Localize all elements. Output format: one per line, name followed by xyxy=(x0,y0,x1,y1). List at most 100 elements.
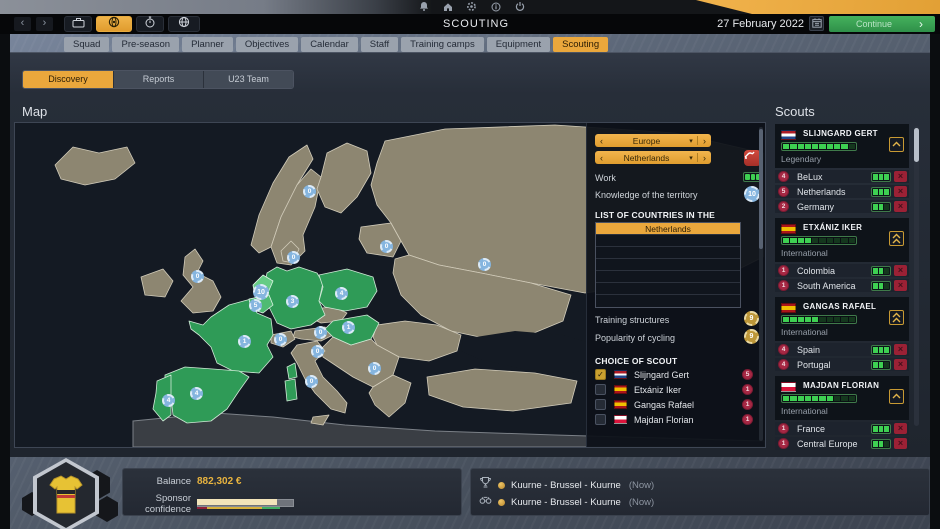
knowledge-segment xyxy=(873,267,878,274)
remove-territory-button[interactable]: × xyxy=(894,201,907,212)
tab-pre-season[interactable]: Pre-season xyxy=(112,37,180,52)
remove-territory-button[interactable]: × xyxy=(894,280,907,291)
tab-planner[interactable]: Planner xyxy=(182,37,233,52)
knowledge-label: Knowledge of the territory xyxy=(595,190,698,200)
territory-row-belux[interactable]: 4 BeLux × xyxy=(775,170,909,183)
remove-territory-button[interactable]: × xyxy=(894,186,907,197)
tab-squad[interactable]: Squad xyxy=(64,37,110,52)
subtab-discovery[interactable]: Discovery xyxy=(23,71,113,88)
country-row-empty[interactable] xyxy=(596,271,740,283)
remove-territory-button[interactable]: × xyxy=(894,171,907,182)
scout-checkbox-slijngard-gert[interactable]: ✓ xyxy=(595,369,606,380)
tab-scouting[interactable]: Scouting xyxy=(553,37,609,52)
tab-equipment[interactable]: Equipment xyxy=(486,37,551,52)
skill-segment xyxy=(804,396,812,401)
territory-name: Portugal xyxy=(797,359,831,370)
skill-segment xyxy=(848,396,855,401)
remove-territory-button[interactable]: × xyxy=(894,359,907,370)
navbar: ‹ › SCOUTING 27 February 2022 Continue › xyxy=(0,14,940,34)
skill-segment xyxy=(783,317,790,322)
territory-count-badge: 4 xyxy=(778,359,789,370)
scouts-scrollbar-thumb[interactable] xyxy=(914,128,919,162)
home-icon[interactable] xyxy=(442,1,453,12)
territory-count-badge: 4 xyxy=(778,344,789,355)
territory-count-badge: 2 xyxy=(778,201,789,212)
remove-territory-button[interactable]: × xyxy=(894,265,907,276)
chevron-up-icon[interactable] xyxy=(889,137,904,152)
scout-skill-bar xyxy=(781,236,857,245)
back-button[interactable]: ‹ xyxy=(14,17,31,31)
region-dropdown[interactable]: ‹ Europe ▾ › xyxy=(595,134,711,147)
events-panel: Kuurne - Brussel - Kuurne (Now) Kuurne - B… xyxy=(470,468,930,516)
country-row-empty[interactable] xyxy=(596,247,740,259)
scouting-wheel-button[interactable] xyxy=(96,16,132,32)
map-badge-sweden: 0 xyxy=(303,185,316,198)
info-icon[interactable] xyxy=(490,1,501,12)
country-dropdown[interactable]: ‹ Netherlands ▾ › xyxy=(595,151,711,164)
territory-count-badge: 1 xyxy=(778,423,789,434)
remove-territory-button[interactable]: × xyxy=(894,423,907,434)
pl-flag-icon xyxy=(614,415,627,424)
sponsor-confidence-bar xyxy=(197,499,294,509)
event-name: Kuurne - Brussel - Kuurne xyxy=(511,479,621,491)
territory-row-colombia[interactable]: 1 Colombia × xyxy=(775,264,909,277)
knowledge-segment xyxy=(878,425,884,432)
power-icon[interactable] xyxy=(514,1,525,12)
country-row-empty[interactable] xyxy=(596,283,740,295)
territory-row-spain[interactable]: 4 Spain × xyxy=(775,343,909,356)
skill-segment xyxy=(797,238,804,243)
scouts-panel: SLIJNGARD GERT Legendary 4 BeLux × 5 Netherlan… xyxy=(775,124,925,450)
scout-choice-count: 1 xyxy=(742,399,753,410)
scout-checkbox-majdan-florian[interactable] xyxy=(595,414,606,425)
country-row-empty[interactable] xyxy=(596,235,740,247)
country-row-netherlands[interactable]: Netherlands xyxy=(596,223,740,235)
skill-segment xyxy=(841,238,848,243)
subtab-u23-team[interactable]: U23 Team xyxy=(203,71,293,88)
territory-row-france[interactable]: 1 France × xyxy=(775,422,909,435)
chevron-up-icon[interactable] xyxy=(889,310,904,325)
overlay-scrollbar-thumb[interactable] xyxy=(759,129,763,249)
territory-row-netherlands[interactable]: 5 Netherlands × xyxy=(775,185,909,198)
event-row-trophy[interactable]: Kuurne - Brussel - Kuurne (Now) xyxy=(479,476,654,494)
tab-staff[interactable]: Staff xyxy=(360,37,399,52)
globe-button[interactable] xyxy=(168,16,200,32)
system-titlebar xyxy=(0,0,940,14)
country-row-empty[interactable] xyxy=(596,295,740,307)
tab-objectives[interactable]: Objectives xyxy=(235,37,299,52)
countries-table: Netherlands xyxy=(595,222,741,308)
knowledge-segment xyxy=(873,361,878,368)
territory-row-germany[interactable]: 2 Germany × xyxy=(775,200,909,213)
tab-calendar[interactable]: Calendar xyxy=(301,37,358,52)
knowledge-segment xyxy=(884,425,890,432)
skill-segment xyxy=(826,238,834,243)
calendar-button[interactable] xyxy=(809,16,824,31)
staff-briefcase-button[interactable] xyxy=(64,16,92,32)
settings-icon[interactable] xyxy=(466,1,477,12)
remove-territory-button[interactable]: × xyxy=(894,438,907,449)
country-prev-icon[interactable]: ‹ xyxy=(595,153,608,163)
remove-territory-button[interactable]: × xyxy=(894,344,907,355)
stopwatch-button[interactable] xyxy=(136,16,164,32)
scout-checkbox-gangas-rafael[interactable] xyxy=(595,399,606,410)
territory-row-central-europe[interactable]: 1 Central Europe × xyxy=(775,437,909,450)
bell-icon[interactable] xyxy=(418,1,429,12)
country-row-empty[interactable] xyxy=(596,259,740,271)
es-flag-icon xyxy=(781,224,796,234)
country-next-icon[interactable]: › xyxy=(698,153,711,163)
subtab-reports[interactable]: Reports xyxy=(113,71,203,88)
continue-button[interactable]: Continue › xyxy=(829,16,935,32)
forward-button[interactable]: › xyxy=(36,17,53,31)
chevron-up-icon[interactable] xyxy=(889,389,904,404)
event-row-binoculars[interactable]: Kuurne - Brussel - Kuurne (Now) xyxy=(479,493,654,511)
territory-row-portugal[interactable]: 4 Portugal × xyxy=(775,358,909,371)
territory-row-south-america[interactable]: 1 South America × xyxy=(775,279,909,292)
chevron-up-icon[interactable] xyxy=(889,231,904,246)
scout-checkbox-etx-niz-iker[interactable] xyxy=(595,384,606,395)
tab-training-camps[interactable]: Training camps xyxy=(401,37,484,52)
region-next-icon[interactable]: › xyxy=(698,136,711,146)
region-prev-icon[interactable]: ‹ xyxy=(595,136,608,146)
pl-flag-icon xyxy=(781,382,796,392)
overlay-scrollbar[interactable] xyxy=(759,127,763,441)
scouts-scrollbar[interactable] xyxy=(914,126,919,426)
map-badge-serbia: 0 xyxy=(368,362,381,375)
